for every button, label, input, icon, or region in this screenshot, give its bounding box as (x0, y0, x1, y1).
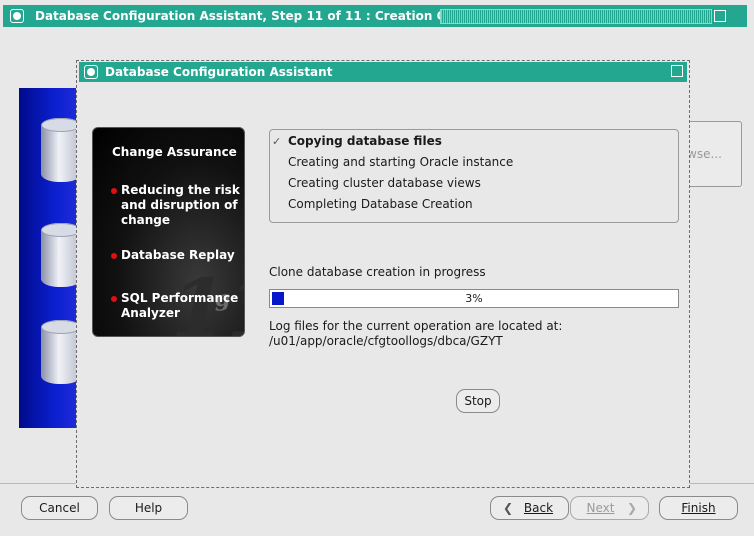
window-menu-icon[interactable] (10, 9, 24, 23)
step-item: Creating and starting Oracle instance (288, 155, 514, 169)
browse-button-behind: wse... (682, 121, 742, 187)
browse-label: wse... (687, 147, 722, 161)
step-item: Completing Database Creation (288, 197, 473, 211)
finish-button[interactable]: Finish (659, 496, 738, 520)
checkmark-icon: ✓ (272, 135, 282, 148)
promo-header: Change Assurance (112, 145, 237, 159)
dialog-menu-icon[interactable] (84, 65, 98, 79)
promo-bullet: Database Replay (121, 248, 235, 262)
promo-bullet: SQL Performance Analyzer (121, 291, 239, 320)
title-bar-hatch (440, 9, 712, 24)
back-button[interactable]: ❮ Back (490, 496, 569, 520)
dialog-maximize-icon[interactable] (671, 65, 683, 77)
database-cylinder-icon (41, 223, 77, 287)
step-item: Copying database files (288, 134, 442, 148)
database-cylinder-icon (41, 118, 77, 182)
database-art-panel (19, 88, 77, 428)
progress-percent: 3% (465, 292, 483, 305)
progress-label: Clone database creation in progress (269, 265, 486, 279)
next-button-label: Next (586, 501, 615, 515)
bullet-icon (111, 296, 117, 302)
log-path: /u01/app/oracle/cfgtoollogs/dbca/GZYT (269, 334, 503, 348)
maximize-icon[interactable] (714, 10, 726, 22)
outer-window-title: Database Configuration Assistant, Step 1… (35, 9, 490, 23)
chevron-left-icon: ❮ (503, 501, 514, 515)
cancel-button[interactable]: Cancel (21, 496, 98, 520)
stop-button[interactable]: Stop (456, 389, 500, 413)
back-button-label: Back (523, 501, 554, 515)
step-item: Creating cluster database views (288, 176, 481, 190)
log-location-label: Log files for the current operation are … (269, 319, 563, 333)
dialog-title-bar[interactable]: Database Configuration Assistant (79, 62, 687, 82)
chevron-right-icon: ❯ (627, 501, 638, 515)
promo-bullet: Reducing the risk and disruption of chan… (121, 183, 240, 227)
progress-bar: 3% (269, 289, 679, 308)
oracle-11g-promo-image: 11 g Change Assurance Reducing the risk … (92, 127, 245, 337)
help-button[interactable]: Help (109, 496, 188, 520)
database-cylinder-icon (41, 320, 77, 384)
outer-title-bar[interactable]: Database Configuration Assistant, Step 1… (3, 5, 747, 27)
finish-button-label: Finish (681, 501, 716, 515)
dialog-title: Database Configuration Assistant (105, 65, 333, 79)
bullet-icon (111, 188, 117, 194)
bullet-icon (111, 253, 117, 259)
next-button[interactable]: Next ❯ (570, 496, 649, 520)
